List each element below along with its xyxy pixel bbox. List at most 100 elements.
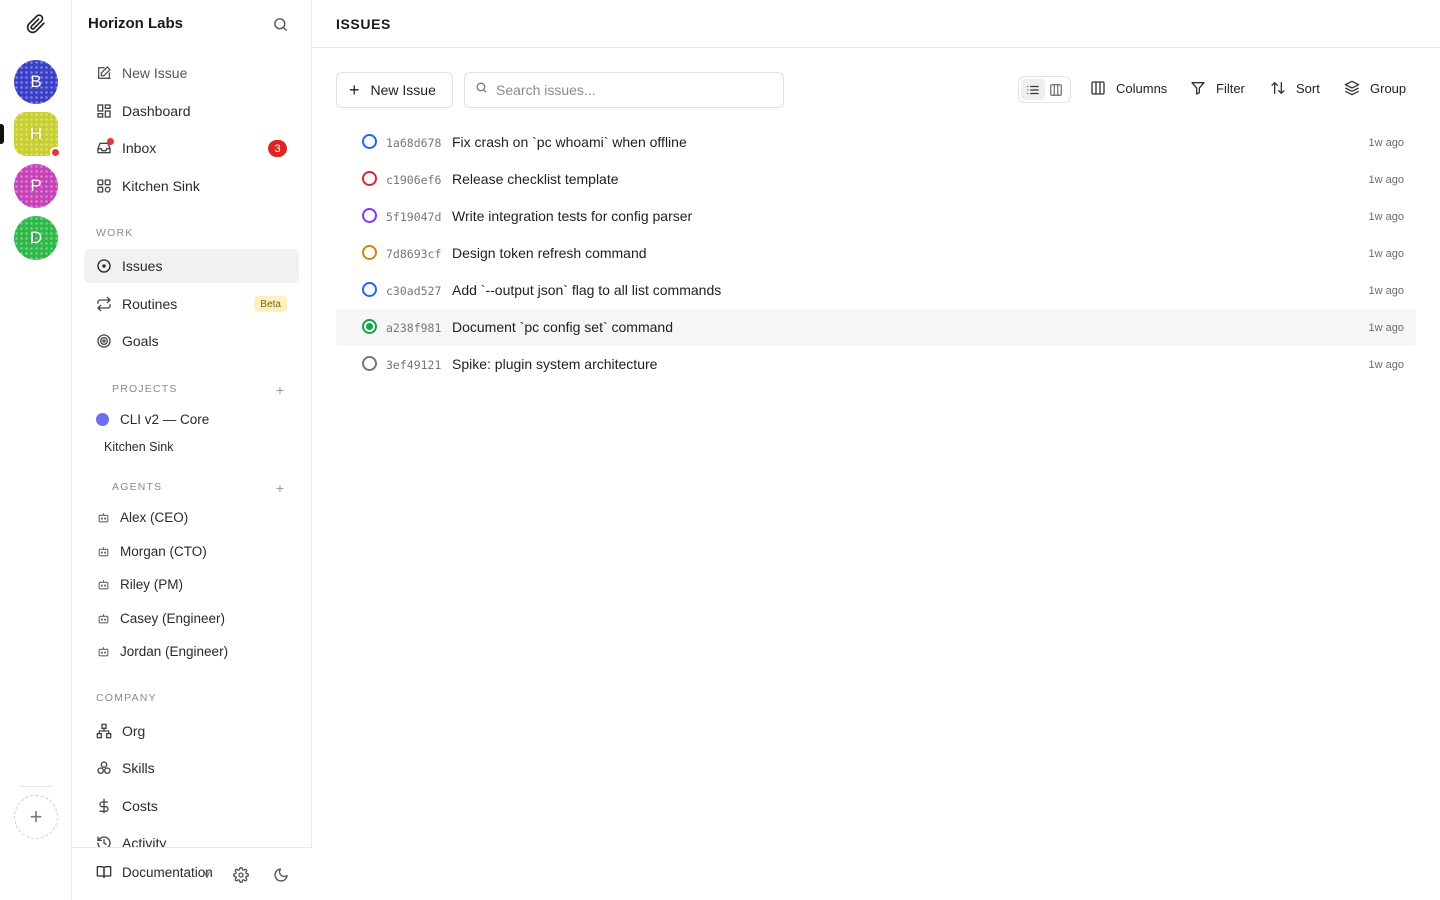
beta-badge: Beta (254, 296, 287, 312)
workspace-p[interactable]: P (14, 164, 58, 208)
search-icon (475, 81, 488, 99)
edit-icon (96, 65, 112, 81)
issue-id: c1906ef6 (386, 173, 442, 187)
sidebar-item-costs[interactable]: Costs (84, 789, 299, 823)
project-kitchen-sink[interactable]: Kitchen Sink (104, 440, 173, 454)
issue-age: 1w ago (1368, 174, 1404, 186)
issue-title: Release checklist template (452, 171, 619, 187)
filter-icon (1190, 80, 1206, 96)
sidebar-item-goals[interactable]: Goals (84, 324, 299, 358)
add-agent-button[interactable]: + (274, 481, 286, 495)
issue-search (464, 72, 784, 108)
version-label: v (204, 867, 210, 881)
workspace-d[interactable]: D (14, 216, 58, 260)
bot-icon (96, 511, 110, 525)
new-issue-button[interactable]: + New Issue (336, 72, 453, 108)
status-icon[interactable] (362, 171, 377, 186)
table-row[interactable]: 7d8693cf Design token refresh command 1w… (336, 235, 1416, 272)
bot-icon (96, 612, 110, 626)
skills-icon (96, 760, 112, 776)
agent-casey[interactable]: Casey (Engineer) (96, 611, 225, 626)
sidebar-item-dashboard[interactable]: Dashboard (84, 94, 299, 128)
layers-icon (1344, 80, 1360, 96)
status-done-icon[interactable] (362, 319, 377, 334)
settings-icon[interactable] (232, 866, 250, 884)
filter-button[interactable]: Filter (1190, 80, 1245, 96)
app-root: B H P D + Horizon Labs New Issue Dashboa… (0, 0, 1440, 900)
plus-icon: + (349, 80, 360, 100)
inbox-unread-dot (107, 138, 114, 145)
issue-age: 1w ago (1368, 211, 1404, 223)
add-project-button[interactable]: + (274, 383, 286, 397)
paperclip-icon[interactable] (24, 12, 48, 36)
status-icon[interactable] (362, 356, 377, 371)
search-icon[interactable] (272, 16, 290, 34)
dollar-icon (96, 798, 112, 814)
agent-jordan[interactable]: Jordan (Engineer) (96, 644, 228, 659)
workspace-rail: B H P D + (0, 0, 72, 900)
sidebar-item-routines[interactable]: Routines Beta (84, 287, 299, 321)
issue-age: 1w ago (1368, 359, 1404, 371)
issue-id: 3ef49121 (386, 358, 442, 372)
sidebar: Horizon Labs New Issue Dashboard Inbox 3… (72, 0, 312, 900)
moon-icon[interactable] (272, 866, 290, 884)
status-icon[interactable] (362, 208, 377, 223)
columns-icon (1090, 80, 1106, 96)
topbar: ISSUES (312, 0, 1440, 48)
org-icon (96, 723, 112, 739)
status-icon[interactable] (362, 282, 377, 297)
issue-title: Add `--output json` flag to all list com… (452, 282, 722, 298)
issue-age: 1w ago (1368, 248, 1404, 260)
sidebar-item-issues[interactable]: Issues (84, 249, 299, 283)
bot-icon (96, 578, 110, 592)
sidebar-item-kitchen-sink[interactable]: Kitchen Sink (84, 169, 299, 203)
view-toggle (1018, 76, 1071, 103)
table-row[interactable]: 3ef49121 Spike: plugin system architectu… (336, 346, 1416, 383)
sidebar-item-inbox[interactable]: Inbox 3 (84, 131, 299, 165)
issue-age: 1w ago (1368, 285, 1404, 297)
issue-title: Design token refresh command (452, 245, 647, 261)
table-row[interactable]: c1906ef6 Release checklist template 1w a… (336, 161, 1416, 198)
table-row[interactable]: 1a68d678 Fix crash on `pc whoami` when o… (336, 124, 1416, 161)
grid-icon (96, 178, 112, 194)
group-button[interactable]: Group (1344, 80, 1406, 96)
add-workspace-button[interactable]: + (14, 795, 58, 839)
main-content: ISSUES + New Issue Columns Filter (312, 0, 1440, 900)
project-cli-v2-core[interactable]: CLI v2 — Core (96, 412, 209, 427)
project-color-dot (96, 413, 109, 426)
table-row[interactable]: a238f981 Document `pc config set` comman… (336, 309, 1416, 346)
sidebar-item-skills[interactable]: Skills (84, 751, 299, 785)
list-view-button[interactable] (1021, 79, 1045, 100)
issue-id: 7d8693cf (386, 247, 442, 261)
page-title: ISSUES (336, 16, 391, 32)
agent-alex[interactable]: Alex (CEO) (96, 510, 188, 525)
sort-button[interactable]: Sort (1270, 80, 1320, 96)
documentation-link[interactable]: Documentation (96, 864, 213, 880)
bot-icon (96, 645, 110, 659)
table-row[interactable]: c30ad527 Add `--output json` flag to all… (336, 272, 1416, 309)
dashboard-icon (96, 103, 112, 119)
status-icon[interactable] (362, 245, 377, 260)
circle-dot-icon (96, 258, 112, 274)
workspace-b[interactable]: B (14, 60, 58, 104)
status-icon[interactable] (362, 134, 377, 149)
issue-age: 1w ago (1368, 137, 1404, 149)
issue-id: c30ad527 (386, 284, 442, 298)
issue-id: 5f19047d (386, 210, 442, 224)
table-row[interactable]: 5f19047d Write integration tests for con… (336, 198, 1416, 235)
company-name: Horizon Labs (88, 15, 184, 32)
agent-riley[interactable]: Riley (PM) (96, 577, 183, 592)
issue-title: Spike: plugin system architecture (452, 356, 658, 372)
agent-morgan[interactable]: Morgan (CTO) (96, 544, 207, 559)
notification-dot (50, 147, 61, 158)
board-view-button[interactable] (1045, 79, 1069, 100)
inbox-count-badge: 3 (268, 140, 287, 157)
columns-button[interactable]: Columns (1090, 80, 1167, 96)
sidebar-item-new-issue[interactable]: New Issue (84, 56, 299, 90)
issue-list: 1a68d678 Fix crash on `pc whoami` when o… (336, 124, 1416, 383)
issue-title: Write integration tests for config parse… (452, 208, 693, 224)
section-agents: AGENTS (112, 481, 163, 493)
issue-age: 1w ago (1368, 322, 1404, 334)
sidebar-item-org[interactable]: Org (84, 714, 299, 748)
search-input[interactable] (496, 82, 766, 98)
